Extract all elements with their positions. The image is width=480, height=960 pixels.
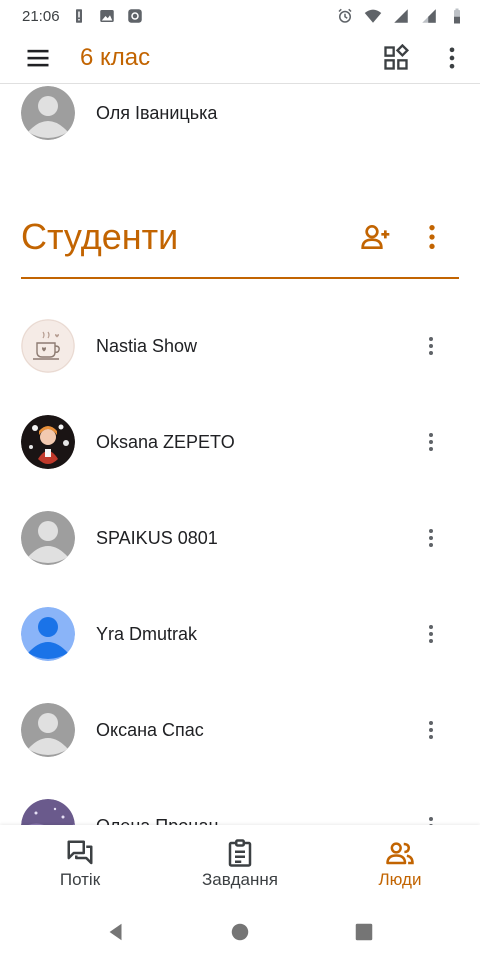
image-icon (98, 7, 116, 25)
invite-students-button[interactable] (357, 218, 395, 256)
student-avatar (21, 799, 75, 825)
more-vert-icon (429, 721, 433, 739)
student-avatar (21, 319, 75, 373)
students-more-button[interactable] (413, 218, 451, 256)
student-row[interactable]: SPAIKUS 0801 (0, 490, 480, 586)
signal-icon (392, 7, 410, 25)
people-content: Оля Іваницька Студенти Nastia Show Oksan… (0, 85, 480, 825)
student-row[interactable]: Nastia Show (0, 298, 480, 394)
widgets-icon (384, 43, 410, 70)
student-more-button[interactable] (418, 614, 444, 654)
alert-icon (70, 7, 88, 25)
student-more-button[interactable] (418, 518, 444, 558)
more-vert-icon (429, 817, 433, 825)
photo-avatar-icon (21, 415, 75, 469)
people-icon (386, 842, 414, 865)
student-name: Оксана Спас (96, 719, 204, 740)
back-triangle-icon (109, 923, 122, 940)
status-bar: 21:06 (0, 0, 480, 32)
more-vert-icon (429, 225, 435, 249)
app-bar: 6 клас (0, 32, 480, 84)
blue-avatar-icon (21, 607, 75, 661)
person-add-icon (361, 225, 390, 249)
wifi-icon (364, 7, 382, 25)
student-row[interactable]: Олена Процан (0, 778, 480, 825)
classwork-icon (228, 839, 252, 867)
signal-icon-2 (420, 7, 438, 25)
more-vert-icon (429, 337, 433, 355)
student-list: Nastia Show Oksana ZEPETO SPAIKUS 0801 Y… (0, 298, 480, 825)
more-vert-icon (449, 47, 455, 68)
back-button[interactable] (104, 920, 128, 944)
student-more-button[interactable] (418, 326, 444, 366)
student-row[interactable]: Oksana ZEPETO (0, 394, 480, 490)
apps-button[interactable] (368, 32, 424, 84)
teacher-row[interactable]: Оля Іваницька (0, 85, 480, 141)
default-avatar-icon (21, 703, 75, 757)
menu-button[interactable] (0, 32, 76, 84)
student-row[interactable]: Yra Dmutrak (0, 586, 480, 682)
student-name: SPAIKUS 0801 (96, 527, 218, 548)
students-section-header: Студенти (21, 197, 459, 279)
student-name: Oksana ZEPETO (96, 431, 235, 452)
student-name: Nastia Show (96, 335, 198, 356)
student-more-button[interactable] (418, 710, 444, 750)
battery-icon (448, 7, 466, 25)
tab-stream[interactable]: Потік (0, 825, 160, 903)
photo-avatar-icon (21, 799, 75, 825)
recents-button[interactable] (352, 920, 376, 944)
student-name: Олена Процан (96, 816, 218, 826)
hamburger-icon (27, 49, 49, 66)
tab-people-label: Люди (378, 870, 422, 889)
stream-icon (67, 840, 93, 865)
student-more-button[interactable] (418, 806, 444, 825)
tab-classwork-label: Завдання (202, 870, 278, 889)
status-time: 21:06 (22, 7, 60, 25)
teacher-name: Оля Іваницька (96, 102, 218, 123)
more-vert-icon (429, 529, 433, 547)
student-more-button[interactable] (418, 422, 444, 462)
default-avatar-icon (21, 511, 75, 565)
system-navigation-bar (0, 903, 480, 960)
student-avatar (21, 415, 75, 469)
more-vert-icon (429, 625, 433, 643)
student-row[interactable]: Оксана Спас (0, 682, 480, 778)
bottom-navigation: Потік Завдання Люди (0, 825, 480, 903)
default-avatar-icon (21, 86, 75, 140)
home-circle-icon (231, 923, 249, 940)
tab-people[interactable]: Люди (320, 825, 480, 903)
app-notification-icon (126, 7, 144, 25)
tab-stream-label: Потік (59, 870, 101, 889)
section-title: Студенти (21, 216, 179, 257)
alarm-icon (336, 7, 354, 25)
student-name: Yra Dmutrak (96, 623, 198, 644)
recents-square-icon (355, 923, 373, 940)
tab-classwork[interactable]: Завдання (160, 825, 320, 903)
home-button[interactable] (228, 920, 252, 944)
student-avatar (21, 703, 75, 757)
class-title: 6 клас (80, 43, 151, 71)
more-vert-icon (429, 433, 433, 451)
student-avatar (21, 607, 75, 661)
cup-avatar-icon (21, 319, 75, 373)
teacher-avatar (21, 86, 75, 140)
student-avatar (21, 511, 75, 565)
more-options-button[interactable] (424, 32, 480, 84)
